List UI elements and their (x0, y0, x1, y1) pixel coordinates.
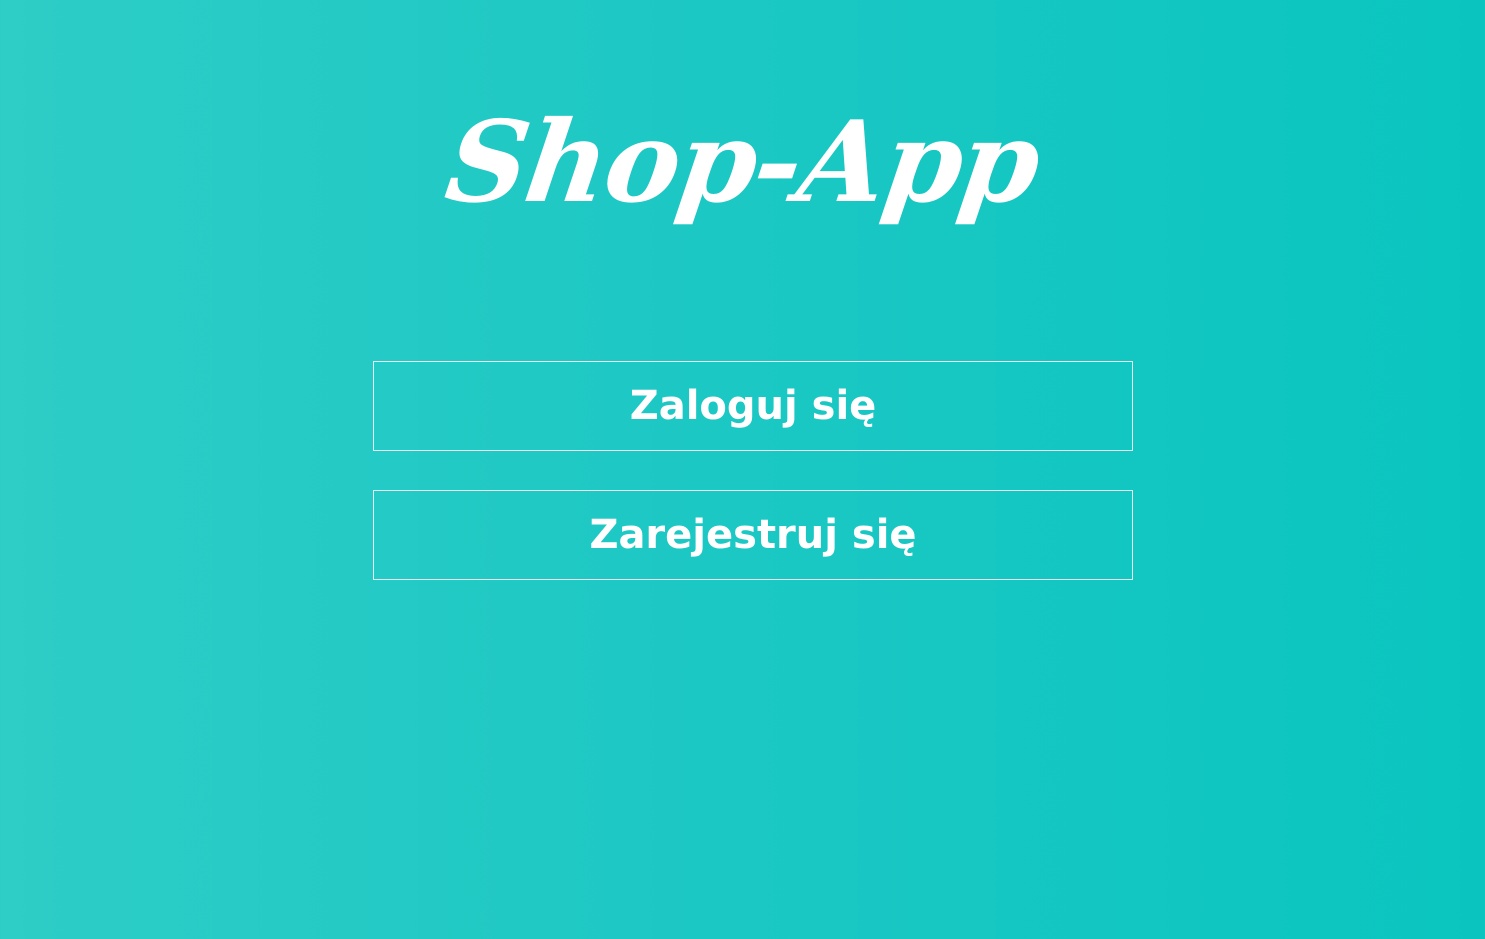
app-logo: Shop-App (438, 97, 1047, 228)
login-button[interactable]: Zaloguj się (373, 361, 1133, 451)
register-button[interactable]: Zarejestruj się (373, 490, 1133, 580)
